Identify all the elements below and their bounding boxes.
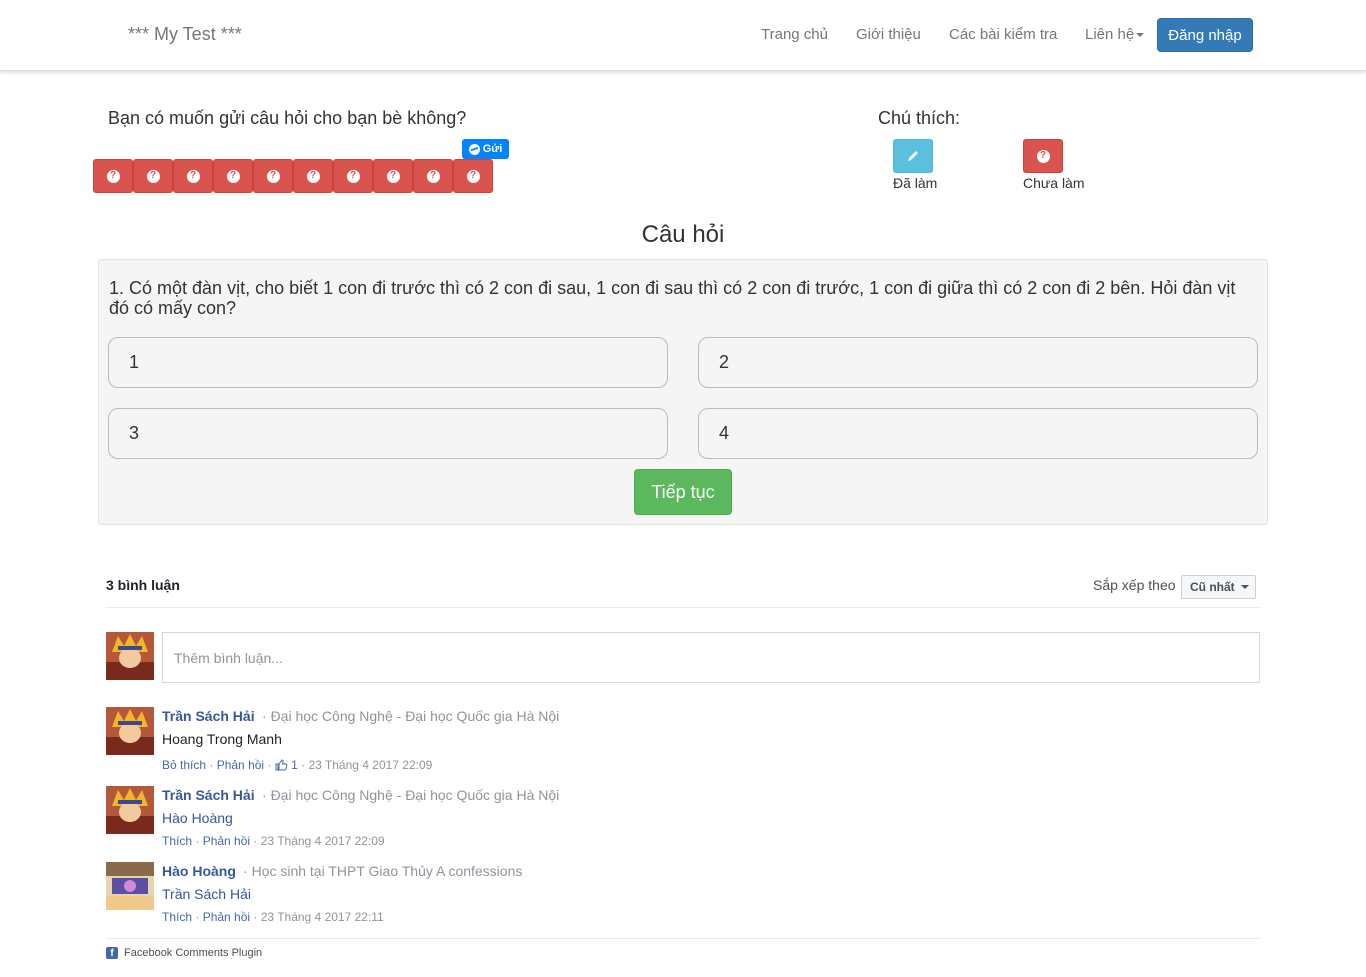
divider [106,938,1260,939]
answer-option-4[interactable]: 4 [698,408,1258,459]
caret-down-icon [1240,585,1249,589]
question-nav-button[interactable]: ? [253,159,293,193]
question-circle-icon: ? [426,169,440,183]
nav-link-tests[interactable]: Các bài kiểm tra [949,26,1057,43]
comment-affiliation-text: Học sinh tại THPT Giao Thủy A confession… [251,863,523,879]
comment-time[interactable]: 23 Tháng 4 2017 22:09 [261,834,385,848]
question-nav-button[interactable]: ? [413,159,453,193]
avatar [106,786,154,834]
comment-time[interactable]: 23 Tháng 4 2017 22:11 [261,910,384,924]
answer-option-3[interactable]: 3 [108,408,668,459]
question-circle-icon: ? [106,169,120,183]
like-link[interactable]: Thích [162,834,192,848]
question-navigator: ?????????? [93,159,493,193]
divider [106,607,1260,608]
reply-link[interactable]: Phản hồi [217,758,264,772]
question-nav-button[interactable]: ? [453,159,493,193]
comment-author[interactable]: Hào Hoàng [162,863,236,879]
question-circle-icon: ? [346,169,360,183]
brand-logo[interactable]: *** My Test *** [128,24,242,45]
reply-link[interactable]: Phản hồi [203,834,250,848]
nav-link-contact-label: Liên hệ [1085,26,1135,43]
question-nav-button[interactable]: ? [133,159,173,193]
avatar [106,707,154,755]
avatar [106,862,154,910]
comment-input[interactable]: Thêm bình luận... [162,632,1260,683]
comment-meta: Thích · Phản hồi · 23 Tháng 4 2017 22:11 [162,910,384,924]
question-nav-button[interactable]: ? [373,159,413,193]
comment-body: Hoang Trong Manh [162,731,282,747]
comment-body-mention[interactable]: Trần Sách Hải [162,886,251,902]
comment-author[interactable]: Trần Sách Hải [162,787,255,803]
pencil-icon [908,151,918,161]
nav-link-home[interactable]: Trang chủ [761,26,828,43]
question-nav-button[interactable]: ? [173,159,213,193]
legend-done-swatch [893,139,933,173]
question-nav-button[interactable]: ? [333,159,373,193]
like-count: 1 [291,758,298,772]
reply-link[interactable]: Phản hồi [203,910,250,924]
sort-value: Cũ nhất [1190,580,1235,594]
comment-affiliation-text: Đại học Công Nghệ - Đại học Quốc gia Hà … [270,787,560,803]
fb-plugin-label: Facebook Comments Plugin [124,947,263,959]
login-button[interactable]: Đăng nhập [1157,18,1253,52]
nav-link-about[interactable]: Giới thiệu [856,26,921,43]
facebook-icon: f [106,947,118,959]
legend-todo-swatch: ? [1023,139,1063,173]
comment-meta: Thích · Phản hồi · 23 Tháng 4 2017 22:09 [162,834,385,848]
question-circle-icon: ? [1036,149,1050,163]
question-text: 1. Có một đàn vịt, cho biết 1 con đi trư… [109,278,1236,318]
caret-down-icon [1136,33,1145,38]
question-panel: 1. Có một đàn vịt, cho biết 1 con đi trư… [98,259,1268,525]
comment-body-mention[interactable]: Hào Hoàng [162,810,233,826]
like-link[interactable]: Thích [162,910,192,924]
comment-affiliation: · Học sinh tại THPT Giao Thủy A confessi… [243,863,523,879]
comment-affiliation: · Đại học Công Nghệ - Đại học Quốc gia H… [262,708,560,724]
comment-author[interactable]: Trần Sách Hải [162,708,255,724]
comment-affiliation-text: Đại học Công Nghệ - Đại học Quốc gia Hà … [270,708,560,724]
comment-meta: Bỏ thích · Phản hồi · 1 · 23 Tháng 4 201… [162,758,433,772]
messenger-send-button[interactable]: Gửi [462,139,509,159]
legend-title: Chú thích: [878,108,961,128]
question-circle-icon: ? [306,169,320,183]
unlike-link[interactable]: Bỏ thích [162,758,206,772]
messenger-icon [468,143,480,155]
question-circle-icon: ? [146,169,160,183]
question-nav-button[interactable]: ? [93,159,133,193]
fb-plugin-footer[interactable]: f Facebook Comments Plugin [106,947,262,959]
comment-count: 3 bình luận [106,577,180,593]
share-prompt: Bạn có muốn gửi câu hỏi cho bạn bè không… [108,108,467,128]
avatar [106,632,154,680]
question-circle-icon: ? [466,169,480,183]
answer-option-2[interactable]: 2 [698,337,1258,388]
question-circle-icon: ? [266,169,280,183]
legend-done-label: Đã làm [893,175,938,191]
sort-select[interactable]: Cũ nhất [1181,575,1256,599]
sort-label: Sắp xếp theo [1093,577,1176,593]
thumbs-up-icon [275,759,288,771]
answer-option-1[interactable]: 1 [108,337,668,388]
question-circle-icon: ? [226,169,240,183]
comment-time[interactable]: 23 Tháng 4 2017 22:09 [308,758,432,772]
comment-affiliation: · Đại học Công Nghệ - Đại học Quốc gia H… [262,787,560,803]
navbar: *** My Test *** Trang chủ Giới thiệu Các… [0,0,1366,71]
send-label: Gửi [482,143,503,155]
question-circle-icon: ? [186,169,200,183]
question-circle-icon: ? [386,169,400,183]
section-title: Câu hỏi [641,221,725,248]
nav-link-contact[interactable]: Liên hệ [1085,26,1145,43]
continue-button[interactable]: Tiếp tục [634,469,732,515]
legend-todo-label: Chưa làm [1023,175,1085,191]
question-nav-button[interactable]: ? [213,159,253,193]
question-nav-button[interactable]: ? [293,159,333,193]
